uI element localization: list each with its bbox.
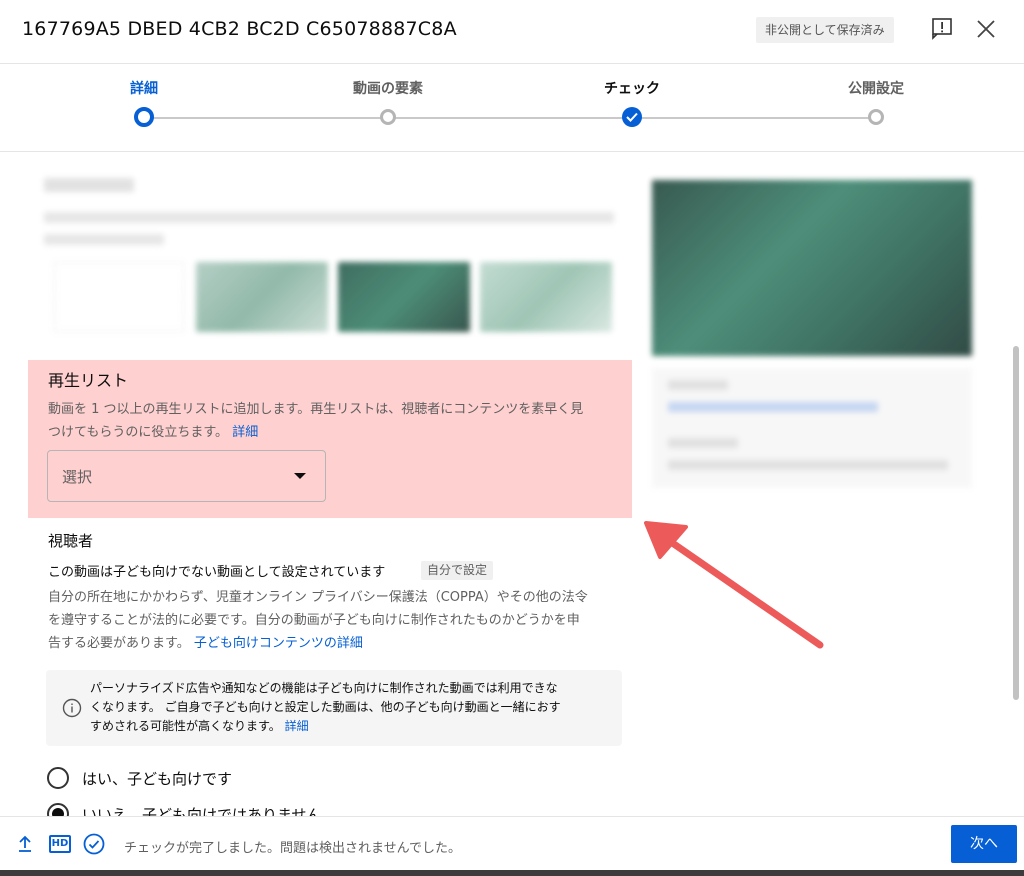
step-details[interactable]: 詳細 [74, 78, 214, 127]
info-line: くなります。 ご自身で子ども向けと設定した動画は、他の子ども向け動画と一緒におす [90, 700, 561, 714]
dropdown-caret-icon [294, 473, 306, 479]
info-text: パーソナライズド広告や通知などの機能は子ども向けに制作された動画では利用できな … [90, 679, 610, 736]
video-info-panel [652, 368, 972, 488]
step-label: チェック [604, 81, 660, 97]
desc-line: つけてもらうのに役立ちます。 詳細 [48, 421, 628, 444]
upload-thumbnail-placeholder [54, 262, 184, 332]
step-video-elements[interactable]: 動画の要素 [318, 78, 458, 125]
desc-text: つけてもらうのに役立ちます。 [48, 425, 229, 440]
blurred-heading [44, 178, 134, 192]
window-bottom-edge [0, 870, 1024, 876]
blurred-text [44, 212, 614, 223]
self-set-badge: 自分で設定 [421, 561, 494, 580]
annotation-arrow-icon [644, 521, 824, 649]
feedback-icon[interactable] [930, 16, 954, 40]
close-icon[interactable] [975, 18, 997, 40]
info-notice: パーソナライズド広告や通知などの機能は子ども向けに制作された動画では利用できな … [46, 670, 622, 746]
blurred-text [44, 234, 164, 245]
radio-made-for-kids-yes[interactable] [47, 767, 69, 789]
step-label: 詳細 [130, 81, 158, 97]
thumbnail-option [338, 262, 470, 332]
info-icon [62, 698, 82, 718]
info-details-link[interactable]: 詳細 [285, 719, 309, 733]
upload-dialog: 167769A5 DBED 4CB2 BC2D C65078887C8A 非公開… [0, 0, 1024, 876]
upload-icon[interactable] [16, 834, 34, 854]
playlist-details-link[interactable]: 詳細 [232, 425, 258, 440]
dialog-footer: HD チェックが完了しました。問題は検出されませんでした。 次へ [0, 816, 1024, 876]
next-button[interactable]: 次へ [951, 825, 1017, 863]
thumbnail-option [480, 262, 612, 332]
radio-label-yes[interactable]: はい、子ども向けです [82, 768, 232, 789]
step-visibility[interactable]: 公開設定 [806, 78, 946, 125]
dialog-header: 167769A5 DBED 4CB2 BC2D C65078887C8A 非公開… [0, 0, 1024, 64]
hd-icon[interactable]: HD [49, 835, 71, 853]
audience-status: この動画は子ども向けでない動画として設定されています [48, 565, 386, 580]
step-label: 動画の要素 [353, 81, 423, 97]
step-dot-active [134, 107, 154, 127]
kids-content-details-link[interactable]: 子ども向けコンテンツの詳細 [194, 636, 363, 651]
audience-title: 視聴者 [48, 532, 94, 550]
playlist-description: 動画を 1 つ以上の再生リストに追加します。再生リストは、視聴者にコンテンツを素… [48, 398, 628, 444]
stepper-line [146, 117, 874, 119]
step-checks[interactable]: チェック [562, 78, 702, 127]
playlist-select[interactable]: 選択 [47, 450, 326, 502]
video-preview-blurred [652, 180, 972, 490]
select-placeholder: 選択 [62, 468, 93, 486]
video-title: 167769A5 DBED 4CB2 BC2D C65078887C8A [22, 18, 457, 40]
desc-line: 告する必要があります。 子ども向けコンテンツの詳細 [48, 632, 628, 655]
info-line: パーソナライズド広告や通知などの機能は子ども向けに制作された動画では利用できな [90, 681, 558, 695]
check-circle-icon[interactable] [83, 833, 105, 855]
progress-stepper: 詳細 動画の要素 チェック 公開設定 [0, 64, 1024, 152]
audience-description: 自分の所在地にかかわらず、児童オンライン プライバシー保護法（COPPA）やその… [48, 586, 628, 655]
playlist-title: 再生リスト [48, 371, 129, 390]
step-dot-pending [380, 109, 396, 125]
scrollbar-thumb[interactable] [1013, 346, 1019, 700]
video-player [652, 180, 972, 356]
desc-line: を遵守することが法的に必要です。自分の動画が子ども向けに制作されたものかどうかを… [48, 613, 580, 628]
info-line-text: すめされる可能性が高くなります。 [90, 719, 281, 733]
check-icon [622, 107, 642, 127]
step-label: 公開設定 [848, 81, 904, 97]
thumbnail-option [196, 262, 328, 332]
saved-status-badge: 非公開として保存済み [756, 17, 894, 43]
footer-status-text: チェックが完了しました。問題は検出されませんでした。 [124, 841, 461, 856]
thumbnail-section-blurred [44, 170, 624, 350]
desc-line: 動画を 1 つ以上の再生リストに追加します。再生リストは、視聴者にコンテンツを素… [48, 402, 584, 417]
desc-line: 自分の所在地にかかわらず、児童オンライン プライバシー保護法（COPPA）やその… [48, 590, 588, 605]
step-dot-pending [868, 109, 884, 125]
info-line: すめされる可能性が高くなります。 詳細 [90, 717, 610, 736]
desc-text: 告する必要があります。 [48, 636, 190, 651]
